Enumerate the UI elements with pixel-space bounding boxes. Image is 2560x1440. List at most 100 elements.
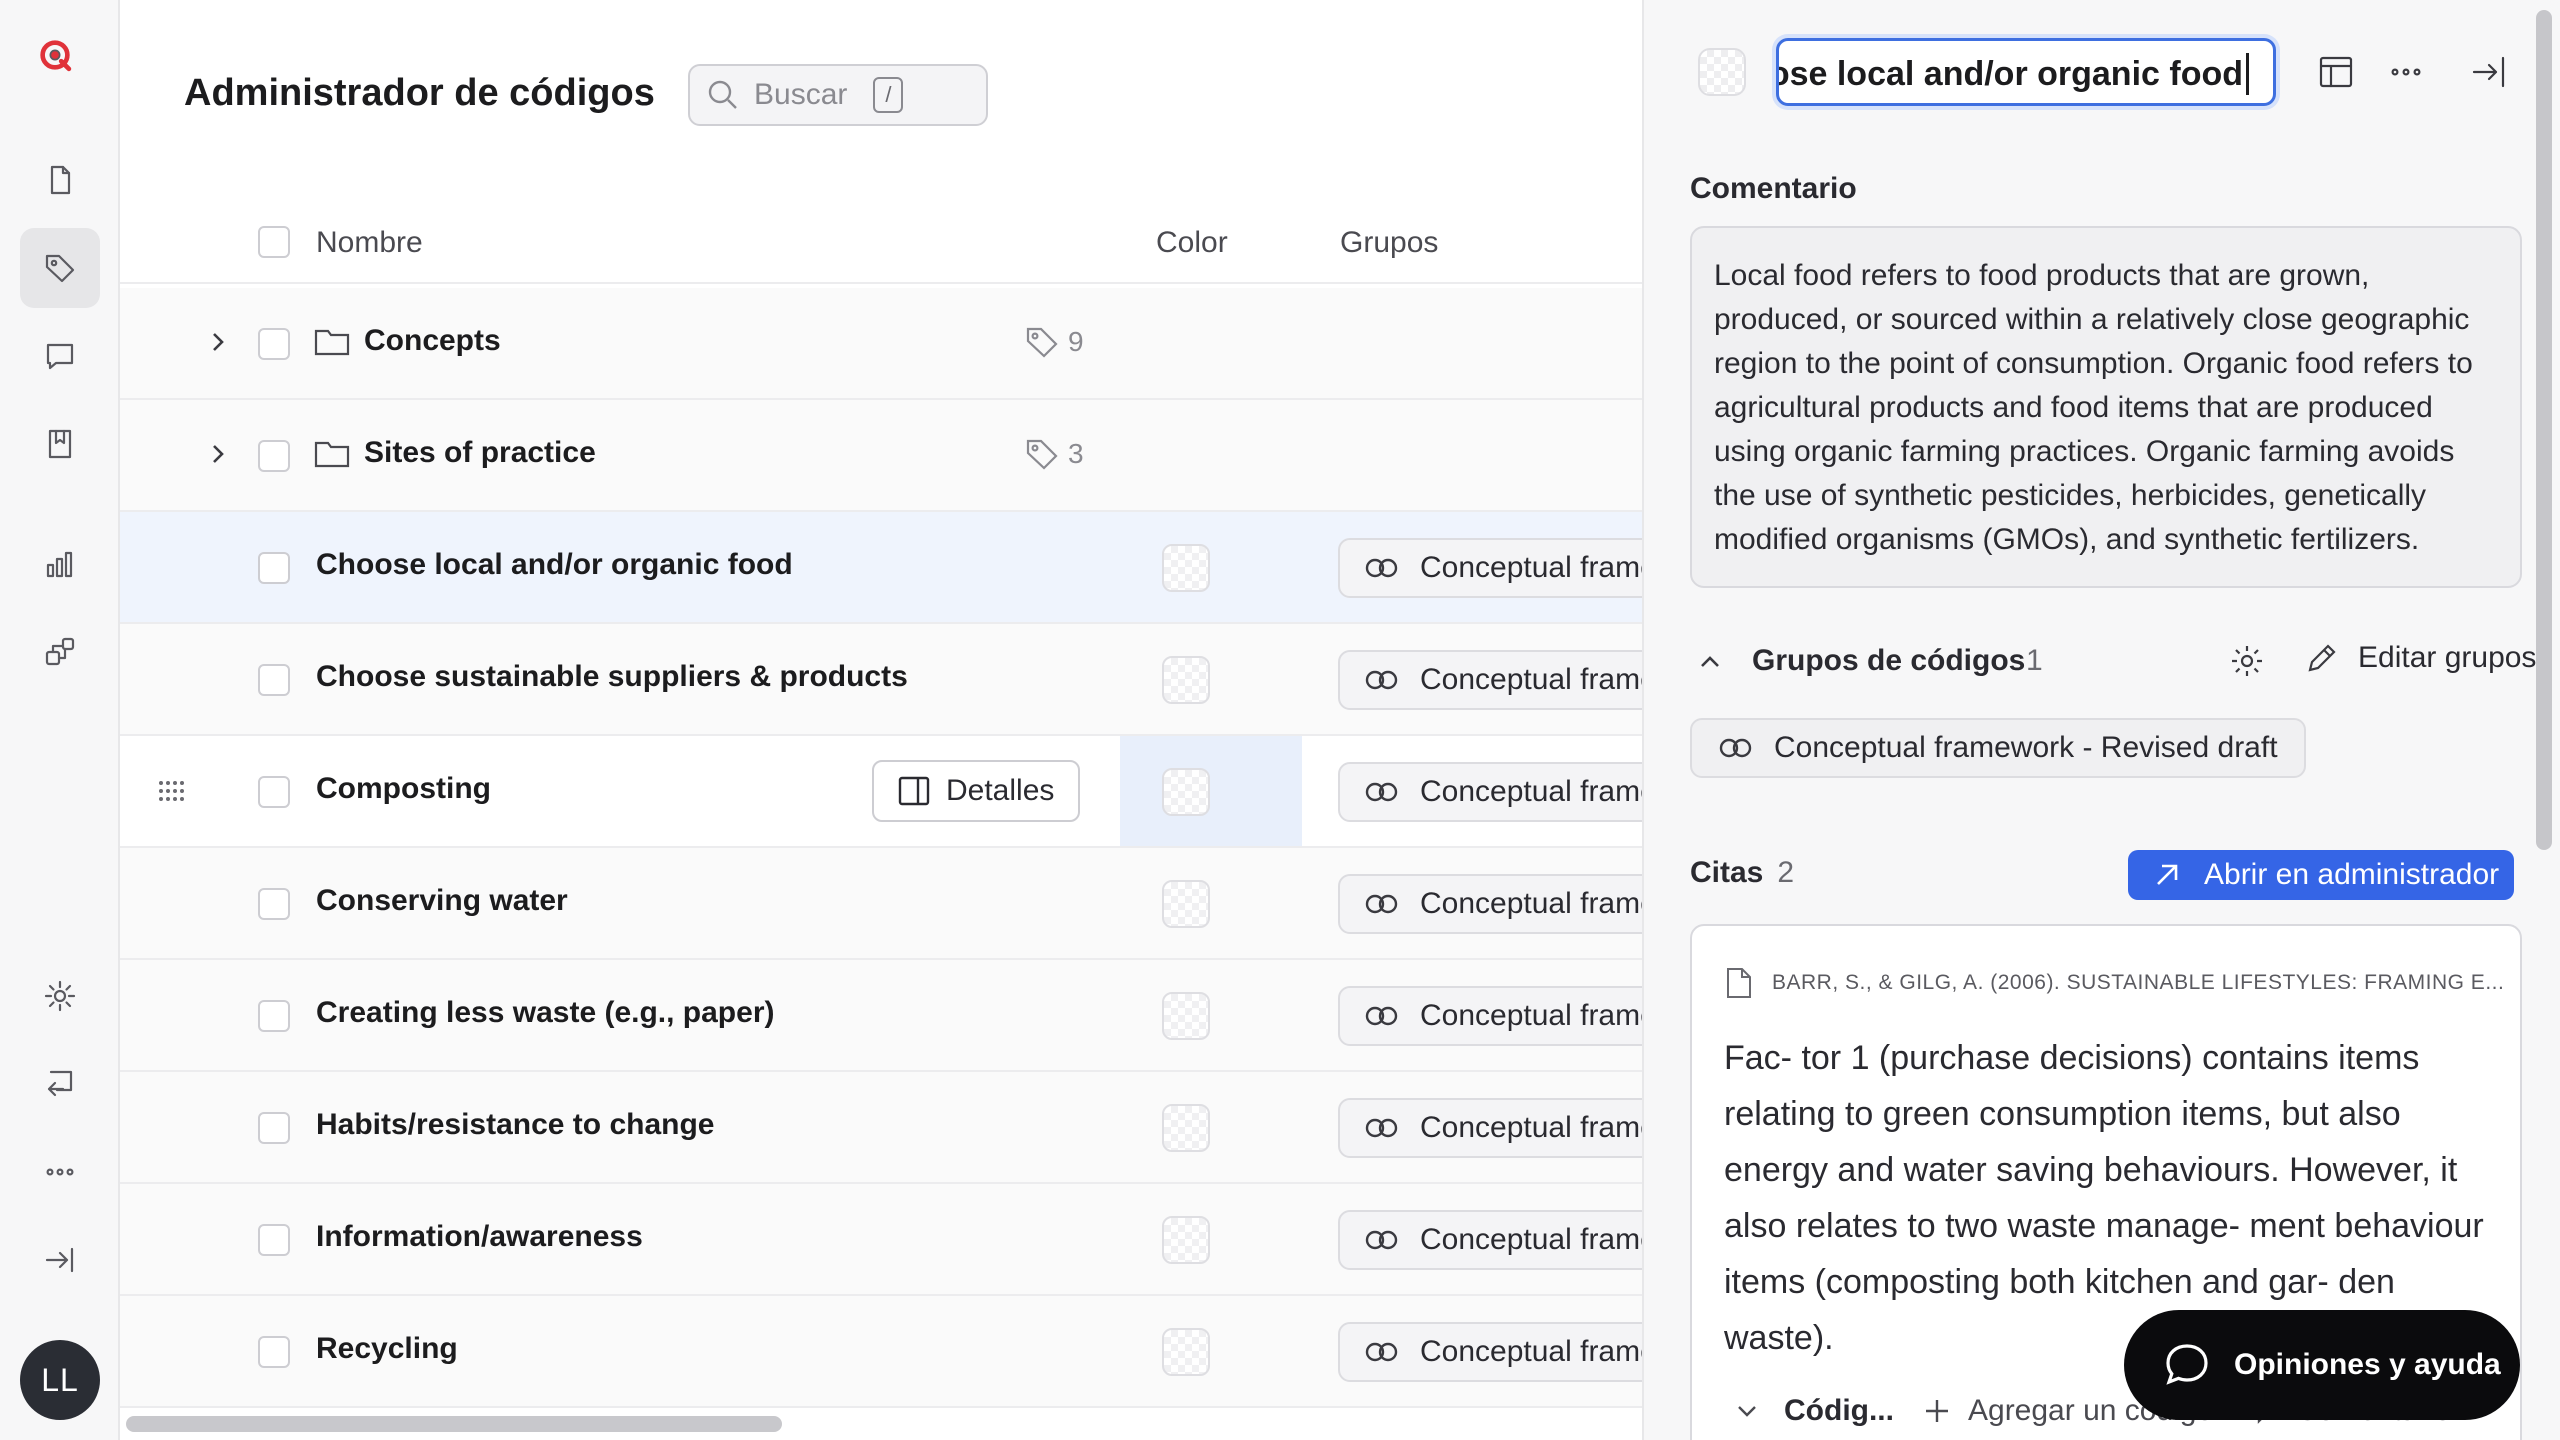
- code-row[interactable]: Creating less waste (e.g., paper) Concep…: [120, 960, 1642, 1072]
- search-icon: [708, 80, 737, 109]
- drag-handle-icon[interactable]: [158, 780, 184, 802]
- row-checkbox[interactable]: [258, 328, 290, 360]
- expand-chevron-icon[interactable]: [202, 326, 234, 358]
- color-swatch[interactable]: [1162, 1104, 1210, 1152]
- rail-codes-button[interactable]: [20, 228, 100, 308]
- group-pill[interactable]: Conceptual framework - Revised draft: [1338, 650, 1642, 710]
- row-checkbox[interactable]: [258, 1112, 290, 1144]
- rail-feedback-button[interactable]: [20, 1044, 100, 1124]
- row-checkbox[interactable]: [258, 440, 290, 472]
- color-swatch[interactable]: [1162, 880, 1210, 928]
- tag-icon: [1026, 439, 1058, 470]
- color-swatch[interactable]: [1162, 1216, 1210, 1264]
- edit-groups-button[interactable]: Editar grupos: [2304, 640, 2536, 676]
- comment-textarea[interactable]: Local food refers to food products that …: [1690, 226, 2522, 588]
- select-all-checkbox[interactable]: [258, 226, 290, 258]
- rail-collapse-button[interactable]: [20, 1220, 100, 1300]
- search-input[interactable]: Buscar /: [688, 64, 988, 126]
- row-checkbox[interactable]: [258, 1336, 290, 1368]
- rail-settings-button[interactable]: [20, 956, 100, 1036]
- close-panel-button[interactable]: [2470, 52, 2510, 92]
- column-name[interactable]: Nombre: [316, 226, 423, 260]
- code-detail-panel: Choose local and/or organic food Comenta…: [1642, 0, 2560, 1440]
- code-row[interactable]: Choose local and/or organic food Concept…: [120, 512, 1642, 624]
- column-groups[interactable]: Grupos: [1340, 226, 1438, 260]
- vertical-scrollbar[interactable]: [2536, 10, 2552, 850]
- expand-chevron-icon[interactable]: [202, 438, 234, 470]
- rail-memos-button[interactable]: [20, 404, 100, 484]
- color-swatch[interactable]: [1162, 544, 1210, 592]
- color-swatch[interactable]: [1162, 656, 1210, 704]
- column-color[interactable]: Color: [1156, 226, 1228, 260]
- gear-icon: [2232, 646, 2262, 676]
- row-checkbox[interactable]: [258, 1000, 290, 1032]
- group-pill[interactable]: Conceptual framework - Revised draft: [1338, 1098, 1642, 1158]
- comment-label: Comentario: [1690, 172, 1857, 205]
- code-name: Choose sustainable suppliers & products: [316, 660, 908, 693]
- more-options-button[interactable]: [2386, 52, 2426, 92]
- code-row[interactable]: Recycling Conceptual framework - Revised…: [120, 1296, 1642, 1408]
- color-swatch[interactable]: [1162, 768, 1210, 816]
- table-header: Nombre Color Grupos: [120, 204, 1642, 284]
- memos-icon: [48, 429, 72, 459]
- row-checkbox[interactable]: [258, 552, 290, 584]
- code-color-swatch[interactable]: [1698, 48, 1746, 96]
- folder-row[interactable]: Concepts 9: [120, 288, 1642, 400]
- settings-icon: [44, 980, 76, 1012]
- rail-documents-button[interactable]: [20, 140, 100, 220]
- rail-more-button[interactable]: [20, 1132, 100, 1212]
- group-pill[interactable]: Conceptual framework - Revised draft: [1338, 762, 1642, 822]
- group-pill[interactable]: Conceptual framework - Revised draft: [1338, 1322, 1642, 1382]
- code-groups-count: 1: [2026, 644, 2043, 677]
- collapse-chevron-icon[interactable]: [1694, 646, 1726, 678]
- row-checkbox[interactable]: [258, 1224, 290, 1256]
- rail-networks-button[interactable]: [20, 612, 100, 692]
- code-groups-label: Grupos de códigos: [1752, 644, 2026, 677]
- folder-icon: [314, 438, 350, 472]
- code-groups-header: Grupos de códigos 1 Editar grupos: [1694, 640, 2544, 684]
- quotation-codes-toggle[interactable]: Códig...: [1732, 1394, 1894, 1428]
- code-title-input[interactable]: Choose local and/or organic food: [1776, 38, 2276, 106]
- quotations-label: Citas: [1690, 856, 1764, 889]
- group-pill[interactable]: Conceptual framework - Revised draft: [1338, 986, 1642, 1046]
- code-count: 3: [1024, 436, 1084, 472]
- row-checkbox[interactable]: [258, 664, 290, 696]
- code-row[interactable]: Habits/resistance to change Conceptual f…: [120, 1072, 1642, 1184]
- collapse-icon: [45, 1247, 74, 1273]
- row-checkbox[interactable]: [258, 888, 290, 920]
- collapse-right-icon: [2472, 56, 2505, 88]
- group-pill[interactable]: Conceptual framework - Revised draft: [1338, 874, 1642, 934]
- code-row[interactable]: Choose sustainable suppliers & products …: [120, 624, 1642, 736]
- rail-analysis-button[interactable]: [20, 524, 100, 604]
- feedback-help-button[interactable]: Opiniones y ayuda: [2124, 1310, 2520, 1420]
- document-icon: [1727, 968, 1751, 998]
- details-button[interactable]: Detalles: [872, 760, 1080, 822]
- group-icon: [1365, 670, 1398, 690]
- color-swatch[interactable]: [1162, 1328, 1210, 1376]
- rail-comments-button[interactable]: [20, 316, 100, 396]
- layout-toggle-button[interactable]: [2316, 52, 2356, 92]
- open-in-manager-button[interactable]: Abrir en administrador: [2128, 850, 2514, 900]
- quotations-count: 2: [1777, 856, 1795, 889]
- horizontal-scrollbar[interactable]: [126, 1416, 782, 1432]
- group-pill[interactable]: Conceptual framework - Revised draft: [1690, 718, 2306, 778]
- folder-row[interactable]: Sites of practice 3: [120, 400, 1642, 512]
- color-swatch[interactable]: [1162, 992, 1210, 1040]
- groups-settings-button[interactable]: [2228, 642, 2266, 680]
- group-pill[interactable]: Conceptual framework - Revised draft: [1338, 538, 1642, 598]
- tag-icon: [1026, 327, 1058, 358]
- row-checkbox[interactable]: [258, 776, 290, 808]
- code-manager: Administrador de códigos Buscar / Nombre…: [120, 0, 1642, 1440]
- search-placeholder: Buscar: [754, 78, 848, 111]
- code-row[interactable]: Composting Detalles Conceptual framework…: [120, 736, 1642, 848]
- group-icon: [1365, 782, 1398, 802]
- code-row[interactable]: Information/awareness Conceptual framewo…: [120, 1184, 1642, 1296]
- code-row[interactable]: Conserving water Conceptual framework - …: [120, 848, 1642, 960]
- avatar[interactable]: LL: [20, 1340, 100, 1420]
- code-name: Information/awareness: [316, 1220, 643, 1253]
- quotation-source[interactable]: BARR, S., & GILG, A. (2006). SUSTAINABLE…: [1724, 966, 2504, 1000]
- text-caret: [2246, 53, 2249, 95]
- atlas-logo-icon[interactable]: [38, 38, 82, 82]
- group-pill[interactable]: Conceptual framework - Revised draft: [1338, 1210, 1642, 1270]
- table-layout-icon: [2319, 56, 2353, 88]
